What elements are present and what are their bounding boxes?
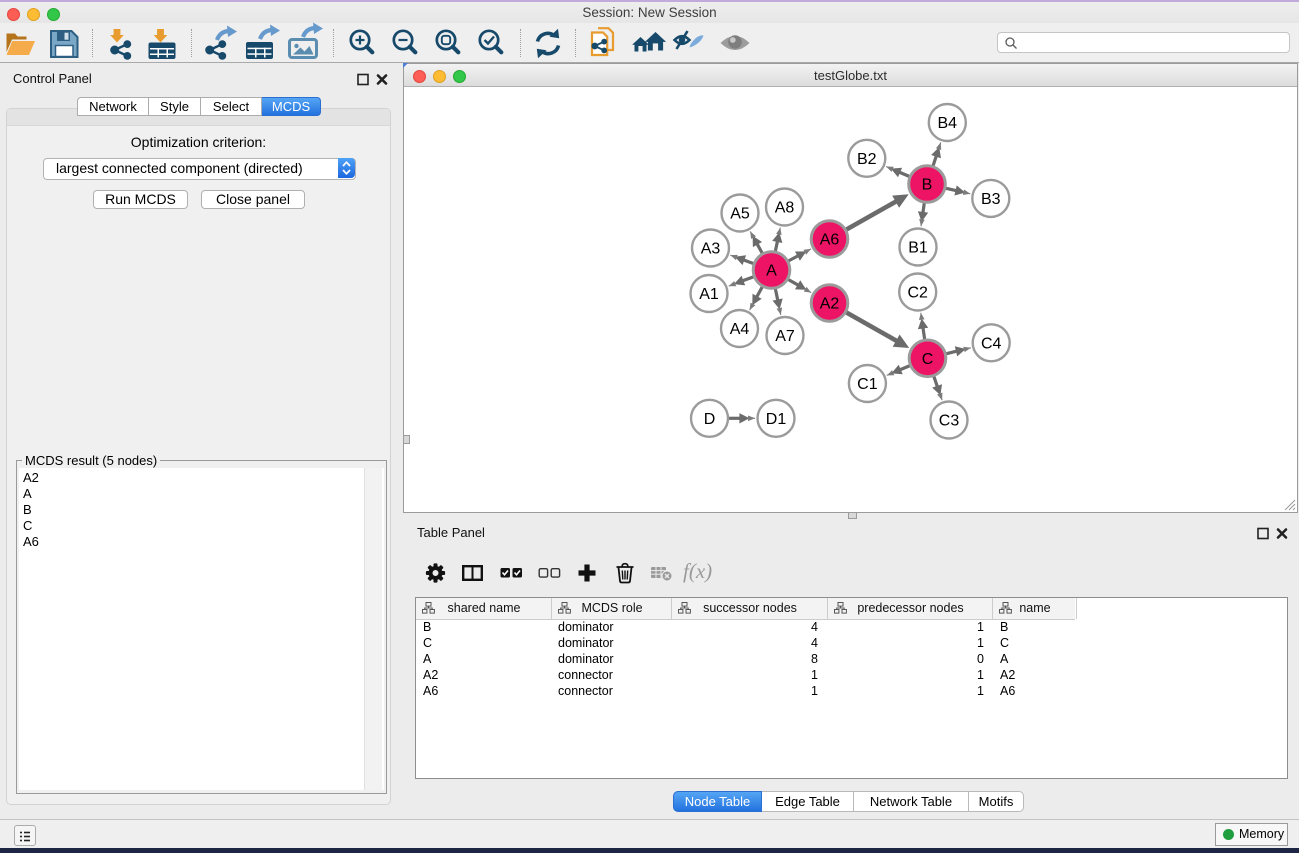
svg-text:B: B <box>922 177 933 194</box>
svg-text:C4: C4 <box>981 335 1002 352</box>
svg-text:A2: A2 <box>820 296 840 313</box>
svg-text:C2: C2 <box>907 285 928 302</box>
svg-text:C3: C3 <box>939 413 960 430</box>
svg-text:D: D <box>704 411 716 428</box>
svg-text:A3: A3 <box>701 241 721 258</box>
svg-text:A1: A1 <box>699 286 719 303</box>
svg-text:A8: A8 <box>775 200 795 217</box>
svg-text:C: C <box>922 351 934 368</box>
svg-text:B1: B1 <box>908 240 928 257</box>
svg-text:C1: C1 <box>857 376 878 393</box>
svg-text:A7: A7 <box>775 328 795 345</box>
svg-text:B2: B2 <box>857 151 877 168</box>
svg-text:A5: A5 <box>730 206 750 223</box>
svg-text:A6: A6 <box>820 232 840 249</box>
svg-text:A4: A4 <box>730 321 750 338</box>
svg-text:B4: B4 <box>938 115 958 132</box>
svg-text:A: A <box>766 263 777 280</box>
svg-text:B3: B3 <box>981 191 1001 208</box>
svg-text:D1: D1 <box>766 411 787 428</box>
